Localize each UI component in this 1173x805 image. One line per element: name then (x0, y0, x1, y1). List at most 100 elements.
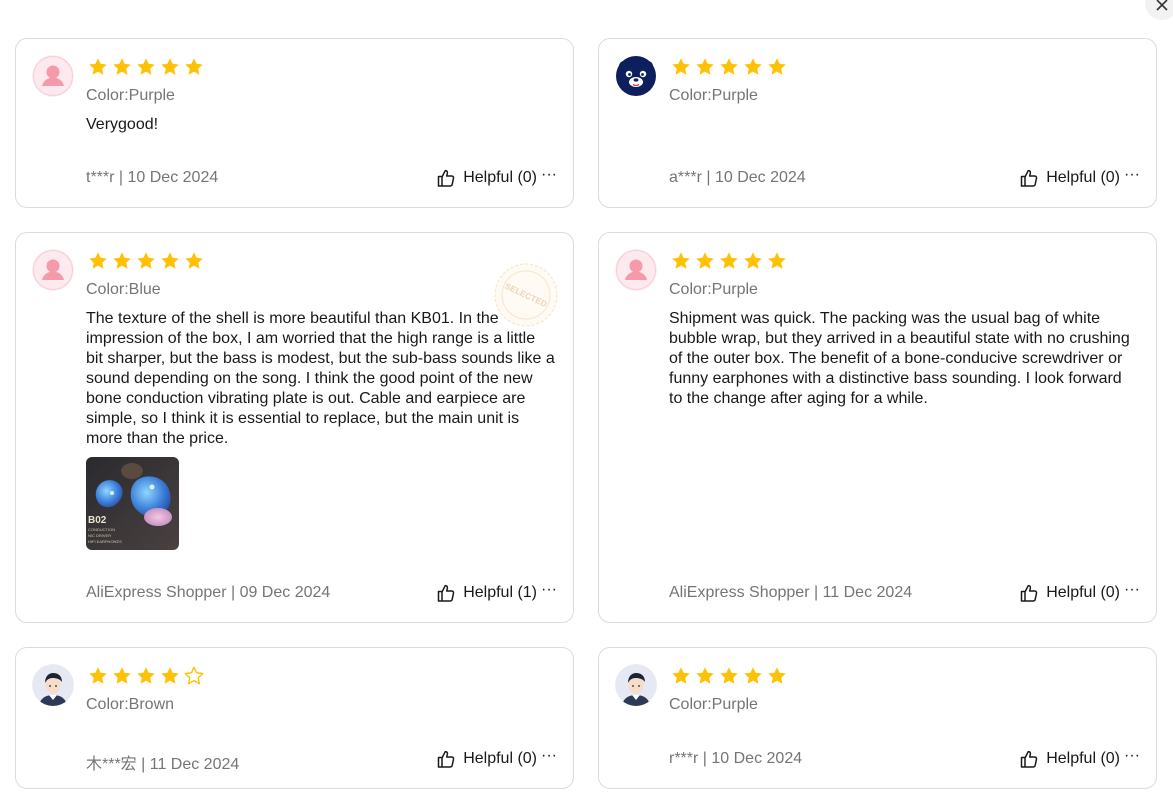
star-filled-icon (719, 57, 739, 77)
author-date: AliExpress Shopper | 09 Dec 2024 (86, 584, 331, 601)
avatar (32, 249, 74, 291)
close-icon (1156, 0, 1168, 11)
review-footer: a***r | 10 Dec 2024 Helpful (0) ··· (669, 165, 1140, 189)
review-card: SELECTED Color:Blue The texture of the s… (15, 232, 574, 623)
star-filled-icon (671, 57, 691, 77)
thumbs-up-icon (437, 169, 455, 187)
star-filled-icon (719, 666, 739, 686)
photo-caption: B02 (88, 515, 107, 526)
author-date: r***r | 10 Dec 2024 (669, 750, 803, 767)
author-date: AliExpress Shopper | 11 Dec 2024 (669, 584, 913, 601)
star-filled-icon (695, 251, 715, 271)
star-rating (88, 666, 208, 688)
helpful-label: Helpful (0) (1046, 750, 1120, 767)
review-footer: AliExpress Shopper | 11 Dec 2024 Helpful… (669, 580, 1140, 604)
review-text: Shipment was quick. The packing was the … (669, 310, 1130, 407)
avatar (32, 55, 74, 97)
review-text: Verygood! (86, 116, 159, 133)
star-filled-icon (695, 666, 715, 686)
star-empty-icon (184, 666, 204, 686)
star-filled-icon (112, 57, 132, 77)
thumbs-up-icon (437, 584, 455, 602)
star-filled-icon (671, 251, 691, 271)
review-card: Color:Purple Verygood! t***r | 10 Dec 20… (15, 38, 574, 208)
star-filled-icon (88, 251, 108, 271)
star-filled-icon (160, 666, 180, 686)
review-footer: t***r | 10 Dec 2024 Helpful (0) ··· (86, 165, 557, 189)
star-filled-icon (184, 251, 204, 271)
author-date: 木***宏 | 11 Dec 2024 (86, 756, 240, 773)
more-options-button[interactable]: ··· (541, 165, 557, 187)
thumbs-up-icon (437, 750, 455, 768)
helpful-button[interactable]: Helpful (0) (1019, 748, 1120, 770)
helpful-label: Helpful (0) (463, 169, 537, 186)
helpful-button[interactable]: Helpful (0) (436, 167, 537, 189)
star-filled-icon (743, 251, 763, 271)
star-filled-icon (88, 666, 108, 686)
star-filled-icon (136, 251, 156, 271)
helpful-button[interactable]: Helpful (1) (436, 582, 537, 604)
star-filled-icon (767, 57, 787, 77)
color-variant: Color:Purple (669, 696, 758, 713)
review-photo-thumbnail[interactable]: B02 CONDUCTION NIC DRIVER HIFI EARPHONES (86, 457, 179, 550)
star-filled-icon (767, 251, 787, 271)
more-options-button[interactable]: ··· (1124, 580, 1140, 602)
star-filled-icon (160, 57, 180, 77)
photo-caption: HIFI EARPHONES (88, 539, 122, 544)
avatar (32, 664, 74, 706)
helpful-label: Helpful (0) (463, 750, 537, 767)
more-options-button[interactable]: ··· (541, 580, 557, 602)
star-filled-icon (695, 57, 715, 77)
photo-caption: CONDUCTION (88, 527, 115, 532)
helpful-label: Helpful (1) (463, 584, 537, 601)
more-options-button[interactable]: ··· (541, 746, 557, 768)
helpful-button[interactable]: Helpful (0) (436, 748, 537, 770)
star-filled-icon (136, 57, 156, 77)
star-filled-icon (743, 57, 763, 77)
star-filled-icon (767, 666, 787, 686)
star-rating (671, 666, 791, 688)
helpful-label: Helpful (0) (1046, 169, 1120, 186)
star-filled-icon (112, 251, 132, 271)
helpful-label: Helpful (0) (1046, 584, 1120, 601)
more-options-button[interactable]: ··· (1124, 165, 1140, 187)
star-filled-icon (184, 57, 204, 77)
thumbs-up-icon (1020, 169, 1038, 187)
earphones-photo: B02 CONDUCTION NIC DRIVER HIFI EARPHONES (86, 457, 179, 550)
thumbs-up-icon (1020, 750, 1038, 768)
star-filled-icon (136, 666, 156, 686)
star-rating (88, 251, 208, 273)
avatar (615, 664, 657, 706)
thumbs-up-icon (1020, 584, 1038, 602)
avatar (615, 55, 657, 97)
color-variant: Color:Purple (86, 87, 175, 104)
helpful-button[interactable]: Helpful (0) (1019, 167, 1120, 189)
star-rating (671, 57, 791, 79)
more-options-button[interactable]: ··· (1124, 746, 1140, 768)
color-variant: Color:Purple (669, 87, 758, 104)
review-footer: r***r | 10 Dec 2024 Helpful (0) ··· (669, 746, 1140, 770)
star-filled-icon (88, 57, 108, 77)
avatar (615, 249, 657, 291)
review-footer: AliExpress Shopper | 09 Dec 2024 Helpful… (86, 580, 557, 604)
star-filled-icon (719, 251, 739, 271)
star-filled-icon (671, 666, 691, 686)
star-filled-icon (743, 666, 763, 686)
review-text: The texture of the shell is more beautif… (86, 310, 555, 447)
author-date: t***r | 10 Dec 2024 (86, 169, 219, 186)
star-filled-icon (112, 666, 132, 686)
color-variant: Color:Purple (669, 281, 758, 298)
author-date: a***r | 10 Dec 2024 (669, 169, 806, 186)
review-card: Color:Brown 木***宏 | 11 Dec 2024 Helpful … (15, 647, 574, 789)
review-card: Color:Purple r***r | 10 Dec 2024 Helpful… (598, 647, 1157, 789)
close-button[interactable] (1145, 0, 1173, 20)
review-card: Color:Purple Shipment was quick. The pac… (598, 232, 1157, 623)
star-filled-icon (160, 251, 180, 271)
star-rating (88, 57, 208, 79)
review-footer: 木***宏 | 11 Dec 2024 Helpful (0) ··· (86, 746, 557, 773)
helpful-button[interactable]: Helpful (0) (1019, 582, 1120, 604)
star-rating (671, 251, 791, 273)
photo-caption: NIC DRIVER (88, 533, 111, 538)
color-variant: Color:Blue (86, 281, 161, 298)
review-card: Color:Purple a***r | 10 Dec 2024 Helpful… (598, 38, 1157, 208)
